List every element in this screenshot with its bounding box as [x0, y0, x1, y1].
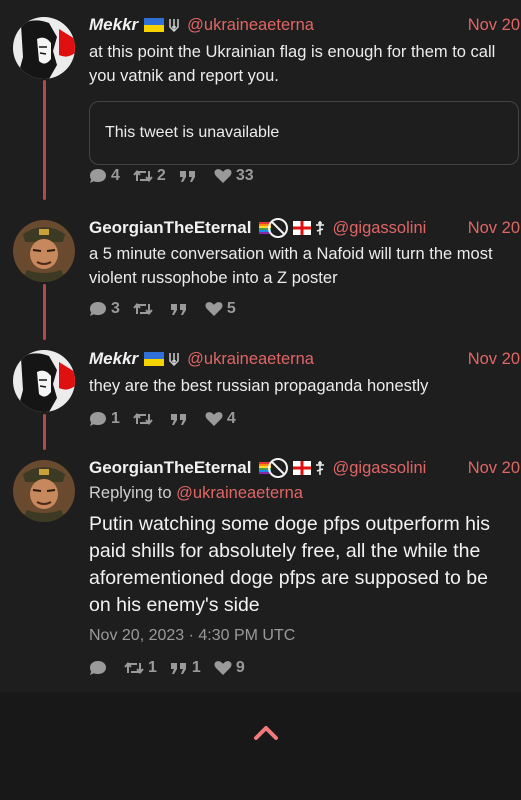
quote-icon — [170, 663, 186, 674]
reply-button[interactable]: 3 — [89, 300, 120, 318]
quoted-tweet-unavailable[interactable]: This tweet is unavailable — [89, 101, 519, 165]
quote-button[interactable]: 1 — [170, 659, 201, 677]
tweet[interactable]: GeorgianTheEternal @gigassolini Nov 20 a… — [0, 200, 521, 330]
avatar[interactable] — [13, 220, 75, 282]
heart-icon — [214, 661, 232, 675]
tweet-stats: 1 4 — [89, 410, 249, 428]
quote-button[interactable] — [170, 412, 192, 426]
like-count: 4 — [226, 410, 236, 427]
main-tweet[interactable]: GeorgianTheEternal @gigassolini Nov 20 R… — [0, 440, 521, 692]
name-emojis — [257, 457, 325, 479]
heart-icon — [214, 169, 232, 183]
chevron-up-icon — [254, 726, 278, 740]
georgia-flag-icon — [293, 221, 312, 235]
retweet-button[interactable]: 1 — [124, 659, 157, 677]
scroll-to-top-button[interactable] — [253, 722, 279, 742]
tweet-stats: 1 1 9 — [89, 659, 258, 677]
display-name[interactable]: GeorgianTheEternal — [89, 458, 251, 478]
quote-icon — [170, 304, 186, 315]
retweet-button[interactable] — [133, 412, 157, 426]
georgia-flag-icon — [293, 461, 312, 475]
retweet-button[interactable] — [133, 302, 157, 316]
retweet-count: 1 — [148, 659, 157, 676]
quote-button[interactable] — [170, 302, 192, 316]
display-name[interactable]: GeorgianTheEternal — [89, 218, 251, 238]
thread-container: Mekkr @ukraineaeterna Nov 20 at this poi… — [0, 0, 521, 692]
avatar[interactable] — [13, 17, 75, 79]
quote-icon — [170, 414, 186, 425]
tweet-text: at this point the Ukrainian flag is enou… — [89, 43, 496, 85]
tweet-text: they are the best russian propaganda hon… — [89, 377, 429, 395]
retweet-icon — [124, 661, 144, 675]
quote-icon — [179, 171, 195, 182]
tweet-header: Mekkr @ukraineaeterna Nov 20 — [89, 14, 521, 36]
reply-button[interactable]: 4 — [89, 167, 120, 185]
speech-bubble-icon — [90, 302, 106, 316]
tweet-text: a 5 minute conversation with a Nafoid wi… — [89, 245, 493, 287]
avatar[interactable] — [13, 350, 75, 412]
tweet-date[interactable]: Nov 20 — [468, 459, 520, 478]
handle-link[interactable]: @ukraineaeterna — [187, 350, 314, 369]
reply-count: 1 — [111, 410, 120, 427]
name-emojis — [144, 18, 180, 32]
handle-link[interactable]: @ukraineaeterna — [187, 16, 314, 35]
handle-link[interactable]: @gigassolini — [332, 459, 426, 478]
trident-icon — [169, 353, 179, 366]
like-count: 33 — [235, 167, 254, 184]
orthodox-cross-icon — [316, 461, 325, 475]
prohibited-icon — [268, 218, 289, 238]
like-button[interactable]: 4 — [205, 410, 236, 428]
tweet-date[interactable]: Nov 20 — [468, 350, 520, 369]
tweet[interactable]: Mekkr @ukraineaeterna Nov 20 they are th… — [0, 330, 521, 440]
retweet-icon — [133, 169, 153, 183]
replying-to-label: Replying to — [89, 484, 177, 502]
tweet[interactable]: Mekkr @ukraineaeterna Nov 20 at this poi… — [0, 0, 521, 200]
tweet-header: GeorgianTheEternal @gigassolini Nov 20 — [89, 217, 521, 239]
tweet-stats: 3 5 — [89, 300, 249, 318]
quote-count: 1 — [191, 659, 201, 676]
replying-to: Replying to @ukraineaeterna — [89, 484, 303, 503]
name-emojis — [257, 217, 325, 239]
reply-button[interactable] — [89, 660, 111, 676]
name-emojis — [144, 352, 180, 366]
quote-button[interactable] — [179, 169, 201, 183]
trident-icon — [169, 19, 179, 32]
speech-bubble-icon — [90, 661, 106, 675]
heart-icon — [205, 412, 223, 426]
tweet-header: GeorgianTheEternal @gigassolini Nov 20 — [89, 457, 521, 479]
ukraine-flag-icon — [144, 18, 165, 32]
reply-button[interactable]: 1 — [89, 410, 120, 428]
reply-count: 4 — [111, 167, 120, 184]
retweet-count: 2 — [156, 167, 166, 184]
retweet-button[interactable]: 2 — [133, 167, 166, 185]
tweet-stats: 4 2 33 — [89, 167, 267, 185]
speech-bubble-icon — [90, 412, 106, 426]
like-button[interactable]: 9 — [214, 659, 245, 677]
prohibited-icon — [268, 458, 289, 478]
tweet-header: Mekkr @ukraineaeterna Nov 20 — [89, 348, 521, 370]
display-name[interactable]: Mekkr — [89, 349, 138, 369]
heart-icon — [205, 302, 223, 316]
avatar[interactable] — [13, 460, 75, 522]
like-button[interactable]: 5 — [205, 300, 236, 318]
replying-to-handle[interactable]: @ukraineaeterna — [176, 484, 303, 502]
like-count: 9 — [235, 659, 245, 676]
like-count: 5 — [226, 300, 236, 317]
tweet-date[interactable]: Nov 20 — [468, 219, 520, 238]
tweet-timestamp[interactable]: Nov 20, 2023 · 4:30 PM UTC — [89, 627, 295, 645]
tweet-date[interactable]: Nov 20 — [468, 16, 520, 35]
ukraine-flag-icon — [144, 352, 165, 366]
orthodox-cross-icon — [316, 221, 325, 235]
speech-bubble-icon — [90, 169, 106, 183]
display-name[interactable]: Mekkr — [89, 15, 138, 35]
like-button[interactable]: 33 — [214, 167, 254, 185]
retweet-icon — [133, 302, 153, 316]
tweet-text: Putin watching some doge pfps outperform… — [89, 513, 491, 616]
handle-link[interactable]: @gigassolini — [332, 219, 426, 238]
retweet-icon — [133, 412, 153, 426]
reply-count: 3 — [111, 300, 120, 317]
